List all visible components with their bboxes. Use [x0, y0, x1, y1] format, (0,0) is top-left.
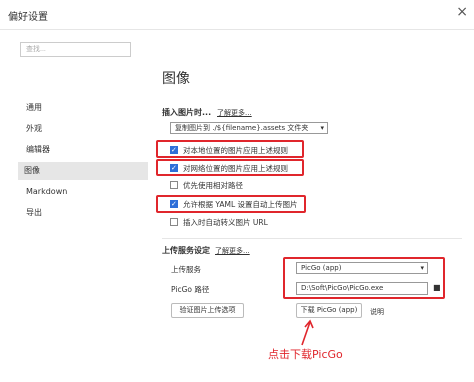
checkbox-label: 优先使用相对路径 [183, 181, 243, 190]
insert-action-select[interactable]: 复制图片到 ./${filename}.assets 文件夹 ▾ [170, 122, 328, 134]
sidebar-item-export[interactable]: 导出 [20, 204, 150, 222]
highlight-box [156, 195, 306, 213]
divider [162, 238, 462, 239]
red-arrow-icon [301, 319, 314, 346]
sidebar-item-markdown[interactable]: Markdown [20, 183, 150, 201]
insert-action-value: 复制图片到 ./${filename}.assets 文件夹 [175, 124, 309, 132]
checkbox-escape-url[interactable]: 插入时自动转义图片 URL [170, 217, 268, 229]
checkbox-icon[interactable] [170, 181, 178, 189]
sidebar-item-appearance[interactable]: 外观 [20, 120, 150, 138]
checkbox-relative-path[interactable]: 优先使用相对路径 [170, 180, 243, 192]
title-bar: 偏好设置 × [0, 0, 474, 30]
insert-more-link[interactable]: 了解更多... [217, 108, 252, 118]
sidebar-item-editor[interactable]: 编辑器 [20, 141, 150, 159]
highlight-box [283, 257, 445, 299]
help-link[interactable]: 说明 [370, 307, 384, 317]
sidebar-item-general[interactable]: 通用 [20, 99, 150, 117]
window-title: 偏好设置 [8, 12, 48, 23]
verify-upload-button[interactable]: 验证图片上传选项 [171, 303, 244, 318]
download-picgo-button[interactable]: 下载 PicGo (app) [296, 303, 362, 318]
annotation-text: 点击下载PicGo [268, 348, 343, 361]
picgo-path-label: PicGo 路径 [171, 285, 210, 294]
search-input[interactable] [20, 42, 131, 57]
highlight-box [156, 159, 304, 176]
chevron-down-icon: ▾ [320, 124, 324, 132]
checkbox-icon[interactable] [170, 218, 178, 226]
upload-more-link[interactable]: 了解更多... [215, 246, 250, 256]
page-title: 图像 [162, 71, 190, 87]
highlight-box [156, 140, 304, 158]
upload-section-label: 上传服务设定 [162, 246, 210, 255]
insert-section-label: 插入图片时... [162, 108, 212, 117]
checkbox-label: 插入时自动转义图片 URL [183, 218, 268, 227]
upload-service-label: 上传服务 [171, 265, 201, 274]
close-icon[interactable]: × [456, 4, 468, 20]
sidebar-item-image[interactable]: 图像 [18, 162, 148, 180]
